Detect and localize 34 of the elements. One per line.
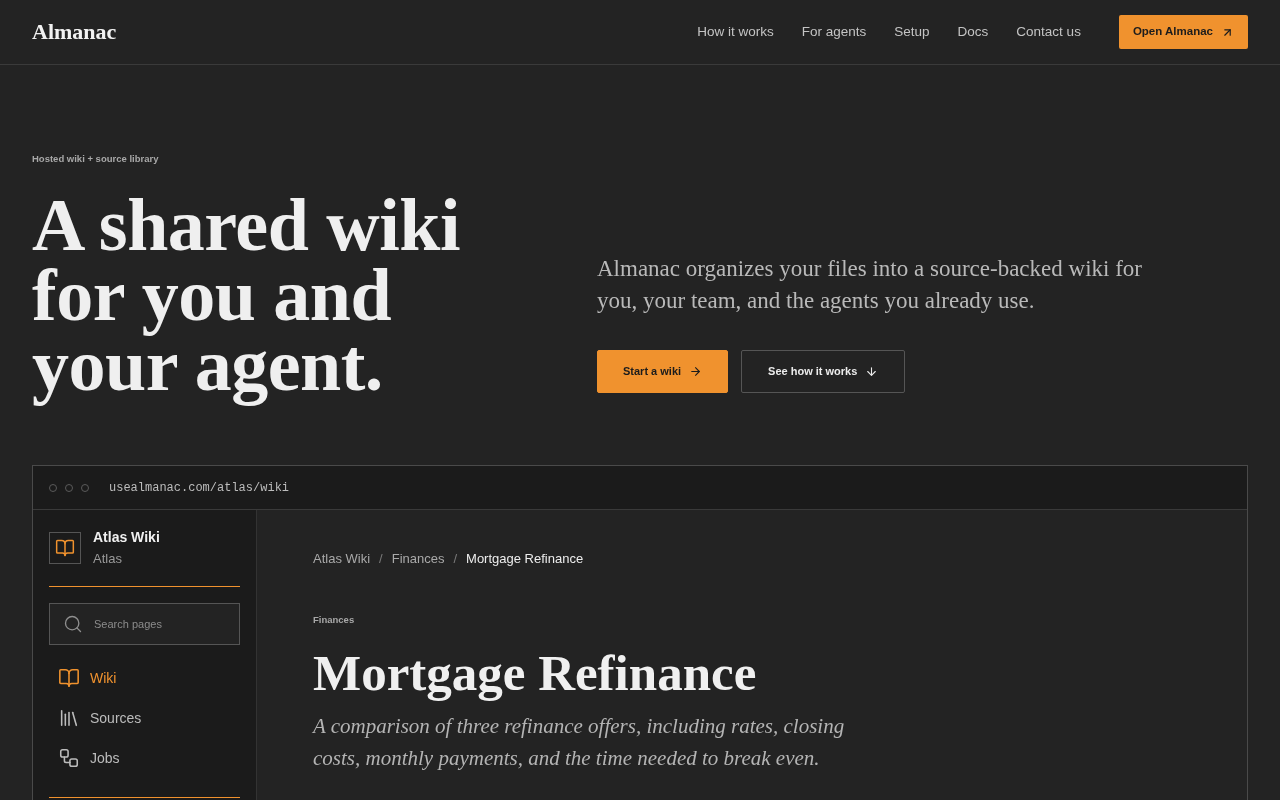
open-app-button[interactable]: Open Almanac [1118, 15, 1248, 49]
nav-link[interactable]: Docs [957, 22, 989, 42]
hero-description: Almanac organizes your files into a source-backed wiki for you, your team, and the agents you already use. [597, 255, 1143, 315]
start-wiki-button[interactable]: Start a wiki [597, 350, 729, 393]
breadcrumb-current: Mortgage Refinance [466, 550, 584, 568]
sidebar-nav-item[interactable]: Sources [49, 698, 240, 738]
arrow-right-icon [689, 365, 703, 378]
search-icon [63, 614, 83, 634]
page-title: Mortgage Refinance [313, 644, 757, 703]
wiki-name: Atlas Wiki [93, 528, 160, 547]
logo[interactable]: Almanac [32, 18, 117, 46]
arrow-down-icon [865, 365, 879, 378]
breadcrumb-separator: / [453, 550, 458, 568]
linked-squares-icon [58, 747, 80, 769]
breadcrumb-link[interactable]: Finances [391, 549, 445, 569]
how-it-works-button[interactable]: See how it works [741, 350, 906, 393]
hero-eyebrow: Hosted wiki + source library [32, 153, 159, 165]
page-category: Finances [313, 614, 355, 626]
nav-link[interactable]: Contact us [1016, 22, 1081, 42]
wiki-book-icon [49, 532, 81, 564]
nav-link[interactable]: For agents [801, 22, 867, 42]
search-field[interactable]: Search pages [49, 603, 240, 645]
book-icon [58, 667, 80, 689]
breadcrumb-separator: / [379, 550, 383, 568]
hero-headline: A shared wiki for you and your agent. [32, 190, 461, 408]
browser-url: usealmanac.com/atlas/wiki [109, 479, 290, 496]
sidebar-nav-item[interactable]: Jobs [49, 738, 240, 778]
library-icon [58, 707, 80, 729]
nav-link[interactable]: Setup [894, 22, 930, 42]
workspace-name: Atlas [93, 550, 123, 568]
sidebar-nav-item[interactable]: Wiki [49, 658, 240, 698]
nav-link[interactable]: How it works [697, 22, 774, 42]
breadcrumb-link[interactable]: Atlas Wiki [313, 549, 371, 569]
page-summary: A comparison of three refinance offers, including rates, closing costs, monthly payments, and the time needed to break even. [313, 713, 846, 772]
